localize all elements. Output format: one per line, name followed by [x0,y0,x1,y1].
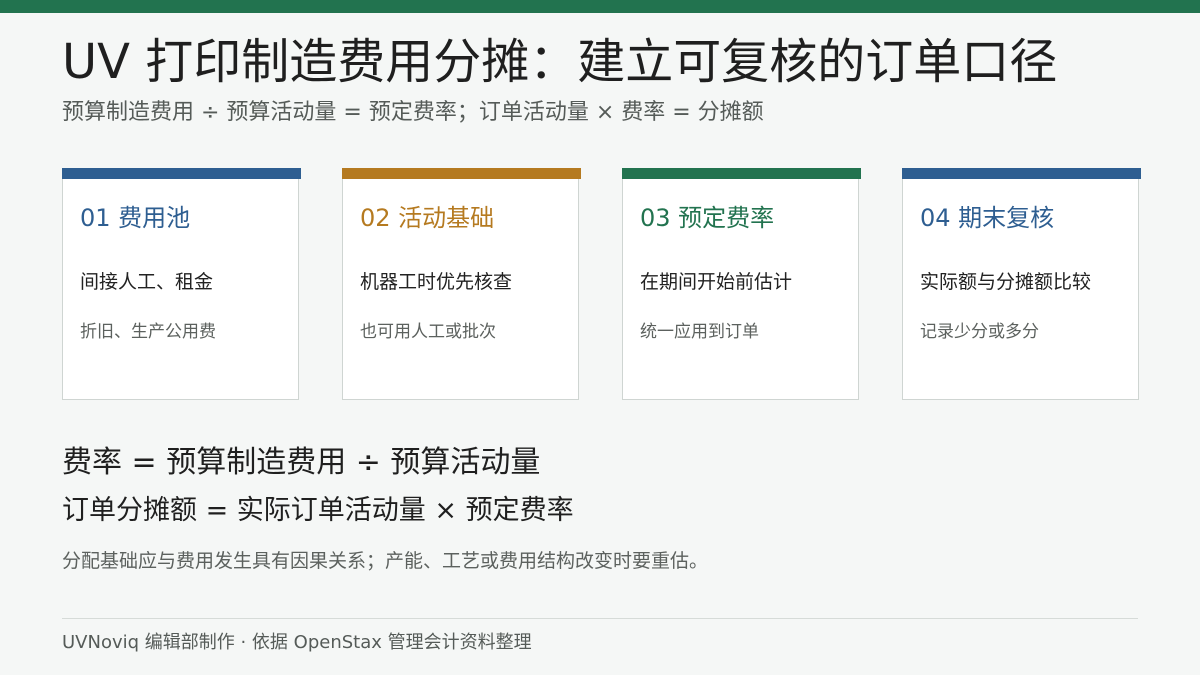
page-subtitle: 预算制造费用 ÷ 预算活动量 = 预定费率；订单活动量 × 费率 = 分摊额 [62,100,764,125]
card-secondary-text: 统一应用到订单 [640,322,759,342]
allocation-formula: 订单分摊额 = 实际订单活动量 × 预定费率 [62,495,574,526]
footer-divider [62,618,1138,619]
card-accent-bar [62,168,301,179]
card-primary-text: 在期间开始前估计 [640,271,793,293]
card-primary-text: 机器工时优先核查 [360,271,513,293]
card-title: 04 期末复核 [920,204,1055,232]
step-card-3: 03 预定费率 在期间开始前估计 统一应用到订单 [622,168,861,400]
card-secondary-text: 记录少分或多分 [920,322,1039,342]
allocation-note: 分配基础应与费用发生具有因果关系；产能、工艺或费用结构改变时要重估。 [62,550,709,572]
step-card-4: 04 期末复核 实际额与分摊额比较 记录少分或多分 [902,168,1141,400]
card-title: 03 预定费率 [640,204,775,232]
page-title: UV 打印制造费用分摊：建立可复核的订单口径 [62,34,1058,90]
card-secondary-text: 折旧、生产公用费 [80,322,216,342]
step-card-2: 02 活动基础 机器工时优先核查 也可用人工或批次 [342,168,581,400]
card-title: 02 活动基础 [360,204,495,232]
step-card-1: 01 费用池 间接人工、租金 折旧、生产公用费 [62,168,301,400]
card-accent-bar [622,168,861,179]
card-primary-text: 实际额与分摊额比较 [920,271,1092,293]
card-accent-bar [902,168,1141,179]
rate-formula: 费率 = 预算制造费用 ÷ 预算活动量 [62,445,541,480]
card-title: 01 费用池 [80,204,191,232]
top-accent-bar [0,0,1200,13]
card-secondary-text: 也可用人工或批次 [360,322,496,342]
card-primary-text: 间接人工、租金 [80,271,214,293]
footer-credit: UVNoviq 编辑部制作 · 依据 OpenStax 管理会计资料整理 [62,632,532,653]
card-accent-bar [342,168,581,179]
